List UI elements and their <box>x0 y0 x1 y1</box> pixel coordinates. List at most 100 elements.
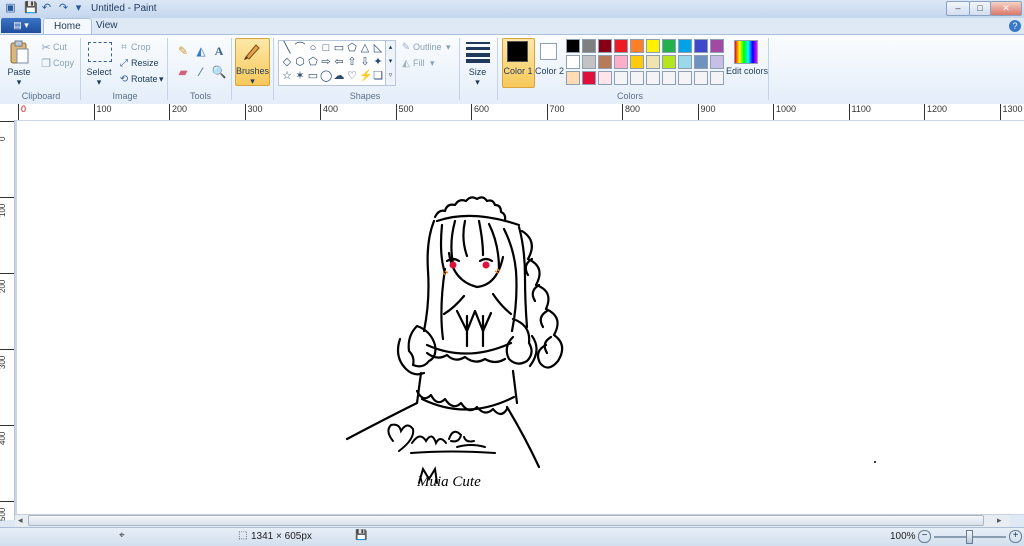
size-icon[interactable] <box>466 41 490 63</box>
zoom-out-icon[interactable]: − <box>918 530 931 543</box>
shape-icon[interactable]: ♡ <box>346 70 358 82</box>
shape-icon[interactable]: ⬠ <box>346 42 358 54</box>
maximize-button[interactable]: □ <box>969 1 991 16</box>
pencil-icon[interactable]: ✎ <box>175 43 191 59</box>
shape-icon[interactable]: ⇧ <box>346 56 358 68</box>
palette-swatch[interactable] <box>566 71 580 85</box>
tab-home[interactable]: Home <box>43 18 92 35</box>
palette-swatch[interactable] <box>646 55 660 69</box>
shape-icon[interactable]: ⬠ <box>307 56 319 68</box>
minimize-button[interactable]: ‒ <box>946 1 970 16</box>
resize-button[interactable]: Resize <box>131 58 159 68</box>
palette-swatch[interactable] <box>710 71 724 85</box>
palette-swatch[interactable] <box>710 39 724 53</box>
paste-button[interactable]: Paste <box>5 67 33 77</box>
undo-icon[interactable]: ↶ <box>40 2 53 15</box>
palette-swatch[interactable] <box>710 55 724 69</box>
palette-swatch[interactable] <box>630 71 644 85</box>
palette-swatch[interactable] <box>678 55 692 69</box>
shape-icon[interactable]: ◺ <box>372 42 384 54</box>
rotate-dropdown-icon[interactable]: ▾ <box>159 74 164 85</box>
shape-icon[interactable]: ⬡ <box>294 56 306 68</box>
palette-swatch[interactable] <box>614 39 628 53</box>
drawing-canvas[interactable]: Muia Cute <box>17 121 1024 514</box>
palette-swatch[interactable] <box>566 39 580 53</box>
shape-icon[interactable]: ╲ <box>281 42 293 54</box>
shape-icon[interactable]: ⇦ <box>333 56 345 68</box>
shape-icon[interactable]: ⇨ <box>320 56 332 68</box>
palette-swatch[interactable] <box>598 71 612 85</box>
shape-icon[interactable]: ✶ <box>294 70 306 82</box>
rotate-button[interactable]: Rotate <box>131 74 158 84</box>
zoom-in-icon[interactable]: + <box>1009 530 1022 543</box>
select-icon[interactable] <box>88 42 112 62</box>
shape-icon[interactable]: ☆ <box>281 70 293 82</box>
close-button[interactable]: ✕ <box>990 1 1022 16</box>
select-button[interactable]: Select <box>84 67 114 77</box>
palette-swatch[interactable] <box>566 55 580 69</box>
select-dropdown-icon[interactable]: ▾ <box>84 77 114 88</box>
palette-swatch[interactable] <box>598 39 612 53</box>
color2-button[interactable]: Color 2 <box>535 66 564 76</box>
shape-icon[interactable]: ☁ <box>333 70 345 82</box>
palette-swatch[interactable] <box>582 39 596 53</box>
palette-swatch[interactable] <box>582 55 596 69</box>
shape-icon[interactable]: △ <box>359 42 371 54</box>
color2-swatch[interactable] <box>540 43 557 60</box>
palette-swatch[interactable] <box>598 55 612 69</box>
palette-swatch[interactable] <box>614 71 628 85</box>
palette-swatch[interactable] <box>694 39 708 53</box>
rotate-icon[interactable]: ⟲ <box>116 72 132 88</box>
help-icon[interactable]: ? <box>1009 20 1021 32</box>
redo-icon[interactable]: ↷ <box>57 2 70 15</box>
edit-colors-icon[interactable] <box>734 40 758 64</box>
shapes-scroll-icon[interactable]: ▴ ▾ ▿ <box>385 40 396 86</box>
ruler-tick-mark <box>244 104 246 120</box>
paint-menu-button[interactable]: ▤ ▾ <box>1 18 41 33</box>
shape-icon[interactable]: ✦ <box>372 56 384 68</box>
text-tool-icon[interactable]: A <box>211 43 227 59</box>
shape-icon[interactable]: □ <box>320 42 332 54</box>
shape-icon[interactable]: ⌒ <box>294 42 306 54</box>
paste-icon[interactable] <box>8 40 30 66</box>
palette-swatch[interactable] <box>582 71 596 85</box>
size-button[interactable]: Size <box>462 67 493 77</box>
palette-swatch[interactable] <box>694 71 708 85</box>
save-icon[interactable]: 💾 <box>24 2 38 15</box>
shape-icon[interactable]: ◯ <box>320 70 332 82</box>
palette-swatch[interactable] <box>678 71 692 85</box>
scroll-left-icon[interactable]: ◂ <box>18 515 23 526</box>
resize-icon[interactable]: ⤢ <box>116 56 132 72</box>
palette-swatch[interactable] <box>646 39 660 53</box>
shape-icon[interactable]: ❏ <box>372 70 384 82</box>
shape-icon[interactable]: ◇ <box>281 56 293 68</box>
palette-swatch[interactable] <box>630 39 644 53</box>
magnifier-icon[interactable]: 🔍 <box>211 64 227 80</box>
shape-icon[interactable]: ⚡ <box>359 70 373 82</box>
shape-icon[interactable]: ▭ <box>333 42 345 54</box>
paste-dropdown-icon[interactable]: ▾ <box>5 77 33 88</box>
zoom-slider-thumb[interactable] <box>966 530 973 544</box>
palette-swatch[interactable] <box>662 71 676 85</box>
palette-swatch[interactable] <box>662 39 676 53</box>
palette-swatch[interactable] <box>630 55 644 69</box>
customize-quick-access-icon[interactable]: ▾ <box>72 2 85 15</box>
horizontal-scroll-thumb[interactable] <box>28 515 984 526</box>
palette-swatch[interactable] <box>694 55 708 69</box>
color-picker-icon[interactable]: ⁄ <box>193 64 209 80</box>
palette-swatch[interactable] <box>678 39 692 53</box>
paint-app-icon[interactable]: ▣ <box>4 2 17 15</box>
shape-icon[interactable]: ▭ <box>307 70 319 82</box>
eraser-icon[interactable]: ▰ <box>175 64 191 80</box>
size-dropdown-icon[interactable]: ▾ <box>462 77 493 88</box>
scroll-right-icon[interactable]: ▸ <box>997 515 1002 526</box>
palette-swatch[interactable] <box>646 71 660 85</box>
shape-icon[interactable]: ⇩ <box>359 56 371 68</box>
palette-swatch[interactable] <box>614 55 628 69</box>
fill-bucket-icon[interactable]: ◭ <box>193 43 209 59</box>
palette-swatch[interactable] <box>662 55 676 69</box>
shape-icon[interactable]: ○ <box>307 42 319 54</box>
edit-colors-button[interactable]: Edit colors <box>726 66 768 76</box>
brushes-dropdown-icon[interactable]: ▾ <box>235 76 270 87</box>
tab-view[interactable]: View <box>86 18 128 34</box>
